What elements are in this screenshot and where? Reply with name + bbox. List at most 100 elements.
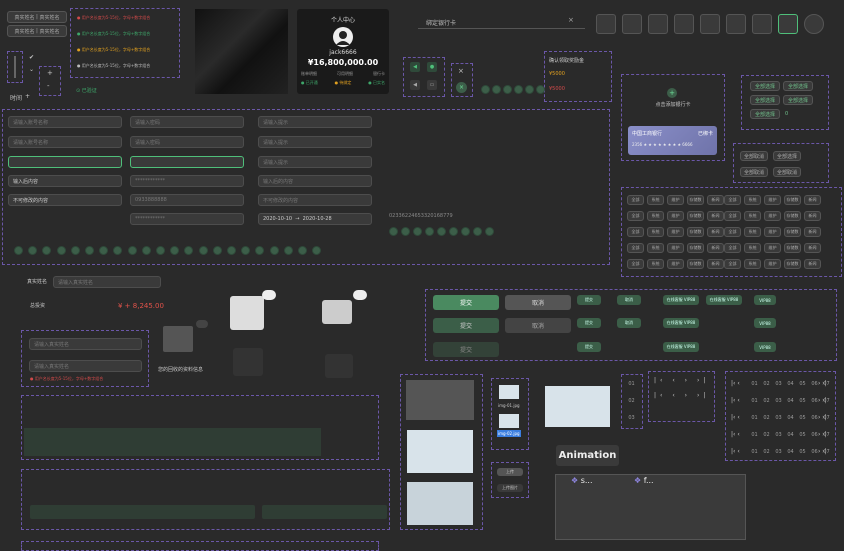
category-tag[interactable]: 系统 bbox=[647, 211, 664, 221]
volume-icon[interactable]: ◀ bbox=[410, 62, 420, 72]
status-dot[interactable] bbox=[514, 85, 523, 94]
status-dot[interactable] bbox=[56, 246, 66, 255]
category-tag[interactable]: 维护 bbox=[764, 227, 781, 237]
cancel-button-2[interactable]: 取消 bbox=[505, 318, 571, 333]
upload-image-button[interactable]: 上传图片 bbox=[497, 484, 523, 492]
page-number[interactable]: 02 bbox=[627, 398, 636, 404]
category-tag[interactable]: 新闻 bbox=[707, 195, 724, 205]
password-field[interactable]: ************ bbox=[130, 175, 244, 187]
category-tag[interactable]: 全部 bbox=[627, 227, 644, 237]
category-tag[interactable]: 全部 bbox=[724, 243, 741, 253]
category-tag[interactable]: 新闻 bbox=[707, 227, 724, 237]
tag[interactable]: 全部取消 bbox=[773, 167, 801, 177]
status-dot[interactable] bbox=[298, 246, 307, 255]
select-field[interactable]: 不可修改的内容 bbox=[258, 194, 372, 206]
real-name-input[interactable]: 请输入真实姓名 bbox=[53, 276, 161, 288]
page-number[interactable]: 05 bbox=[798, 415, 807, 421]
status-dot[interactable] bbox=[503, 85, 512, 94]
next-arrows[interactable]: › ›| bbox=[818, 397, 827, 404]
real-name-chip[interactable]: 真实姓名 | 真实姓名 bbox=[7, 11, 67, 23]
date-range[interactable]: 2020-10-10 → 2020-10-28 bbox=[258, 213, 372, 225]
thumbnail[interactable] bbox=[596, 14, 616, 34]
prev-arrows[interactable]: |‹ ‹ bbox=[731, 380, 740, 387]
category-tag[interactable]: 全部 bbox=[627, 195, 644, 205]
status-dot[interactable] bbox=[156, 246, 165, 255]
page-number[interactable]: 01 bbox=[750, 381, 759, 387]
status-dot[interactable] bbox=[492, 85, 501, 94]
category-tag[interactable]: 存储数 bbox=[784, 259, 801, 269]
category-tag[interactable]: 维护 bbox=[667, 227, 684, 237]
category-tag[interactable]: 系统 bbox=[647, 195, 664, 205]
stat-bills[interactable]: 账单明细 bbox=[301, 71, 317, 77]
status-dot[interactable] bbox=[269, 246, 279, 255]
password-field[interactable]: 0933888888 bbox=[130, 194, 244, 206]
category-tag[interactable]: 新闻 bbox=[804, 195, 821, 205]
password-field[interactable]: 请输入密码 bbox=[130, 136, 244, 148]
small-button[interactable]: VIP88 bbox=[754, 295, 776, 305]
category-tag[interactable]: 新闻 bbox=[804, 259, 821, 269]
status-dot[interactable] bbox=[227, 246, 236, 255]
status-dot[interactable] bbox=[198, 246, 208, 255]
file-name-selected[interactable]: img-02.jpg bbox=[497, 430, 521, 437]
prev-arrows[interactable]: |‹ ‹ bbox=[731, 431, 740, 438]
category-tag[interactable]: 新闻 bbox=[707, 211, 724, 221]
input-field[interactable]: 不可修改的内容 bbox=[8, 194, 122, 206]
select-all-tag[interactable]: 全部选择 bbox=[750, 95, 780, 105]
category-tag[interactable]: 维护 bbox=[667, 195, 684, 205]
page-number[interactable]: 02 bbox=[762, 449, 771, 455]
bank-card[interactable]: 中国工商银行 已绑卡 2356 ★ ★ ★ ★ ★ ★ ★ ★ 6666 bbox=[628, 126, 717, 155]
category-tag[interactable]: 系统 bbox=[744, 211, 761, 221]
input-field[interactable]: 请输入账号名称 bbox=[8, 136, 122, 148]
status-dot[interactable] bbox=[481, 85, 490, 94]
category-tag[interactable]: 全部 bbox=[724, 259, 741, 269]
input-field[interactable] bbox=[8, 156, 122, 168]
category-tag[interactable]: 维护 bbox=[667, 243, 684, 253]
password-field[interactable]: 请输入密码 bbox=[130, 116, 244, 128]
thumbnail[interactable] bbox=[648, 14, 668, 34]
status-dot[interactable] bbox=[85, 246, 94, 255]
password-field[interactable] bbox=[130, 156, 244, 168]
select-all-tag[interactable]: 全部选择 bbox=[750, 109, 780, 119]
tag[interactable]: 全部取消 bbox=[740, 151, 768, 161]
page-number[interactable]: 04 bbox=[786, 432, 795, 438]
category-tag[interactable]: 维护 bbox=[764, 243, 781, 253]
small-button[interactable]: 在线客服 VIP88 bbox=[663, 295, 699, 305]
stat-cards[interactable]: 银行卡 bbox=[373, 71, 385, 77]
category-tag[interactable]: 新闻 bbox=[707, 259, 724, 269]
category-tag[interactable]: 系统 bbox=[744, 259, 761, 269]
page-number[interactable]: 04 bbox=[786, 449, 795, 455]
category-tag[interactable]: 全部 bbox=[627, 211, 644, 221]
category-tag[interactable]: 系统 bbox=[744, 195, 761, 205]
submit-button[interactable]: 提交 bbox=[433, 295, 499, 310]
password-field[interactable]: ************ bbox=[130, 213, 244, 225]
nav-arrows[interactable]: |‹ ‹ › ›| bbox=[654, 377, 709, 384]
page-number[interactable]: 01 bbox=[627, 381, 636, 387]
avatar[interactable] bbox=[333, 27, 353, 47]
thumbnail[interactable] bbox=[726, 14, 746, 34]
small-button[interactable]: 取消 bbox=[617, 318, 641, 328]
category-tag[interactable]: 系统 bbox=[647, 243, 664, 253]
category-tag[interactable]: 存储数 bbox=[784, 195, 801, 205]
category-tag[interactable]: 系统 bbox=[744, 243, 761, 253]
page-number[interactable]: 01 bbox=[750, 449, 759, 455]
status-dot[interactable] bbox=[536, 85, 545, 94]
prev-arrows[interactable]: |‹ ‹ bbox=[731, 414, 740, 421]
category-tag[interactable]: 存储数 bbox=[687, 243, 704, 253]
submit-button-3[interactable]: 提交 bbox=[433, 342, 499, 357]
category-tag[interactable]: 全部 bbox=[724, 195, 741, 205]
settings-icon[interactable]: ● bbox=[427, 62, 437, 72]
category-tag[interactable]: 系统 bbox=[647, 227, 664, 237]
minus-icon[interactable]: - bbox=[47, 82, 50, 90]
input-field[interactable]: 输入后内容 bbox=[8, 175, 122, 187]
volume-icon[interactable]: ◀ bbox=[410, 80, 420, 90]
thumbnail[interactable] bbox=[674, 14, 694, 34]
category-tag[interactable]: 存储数 bbox=[784, 227, 801, 237]
category-tag[interactable]: 新闻 bbox=[804, 243, 821, 253]
name-input-1[interactable]: 请输入真实姓名 bbox=[29, 338, 142, 350]
status-dot[interactable] bbox=[127, 246, 137, 255]
small-button[interactable]: VIP88 bbox=[754, 342, 776, 352]
bank-search-input[interactable]: 绑定银行卡 bbox=[418, 15, 585, 29]
select-all-tag[interactable]: 全部选择 bbox=[783, 81, 813, 91]
category-tag[interactable]: 维护 bbox=[667, 211, 684, 221]
category-tag[interactable]: 存储数 bbox=[784, 211, 801, 221]
